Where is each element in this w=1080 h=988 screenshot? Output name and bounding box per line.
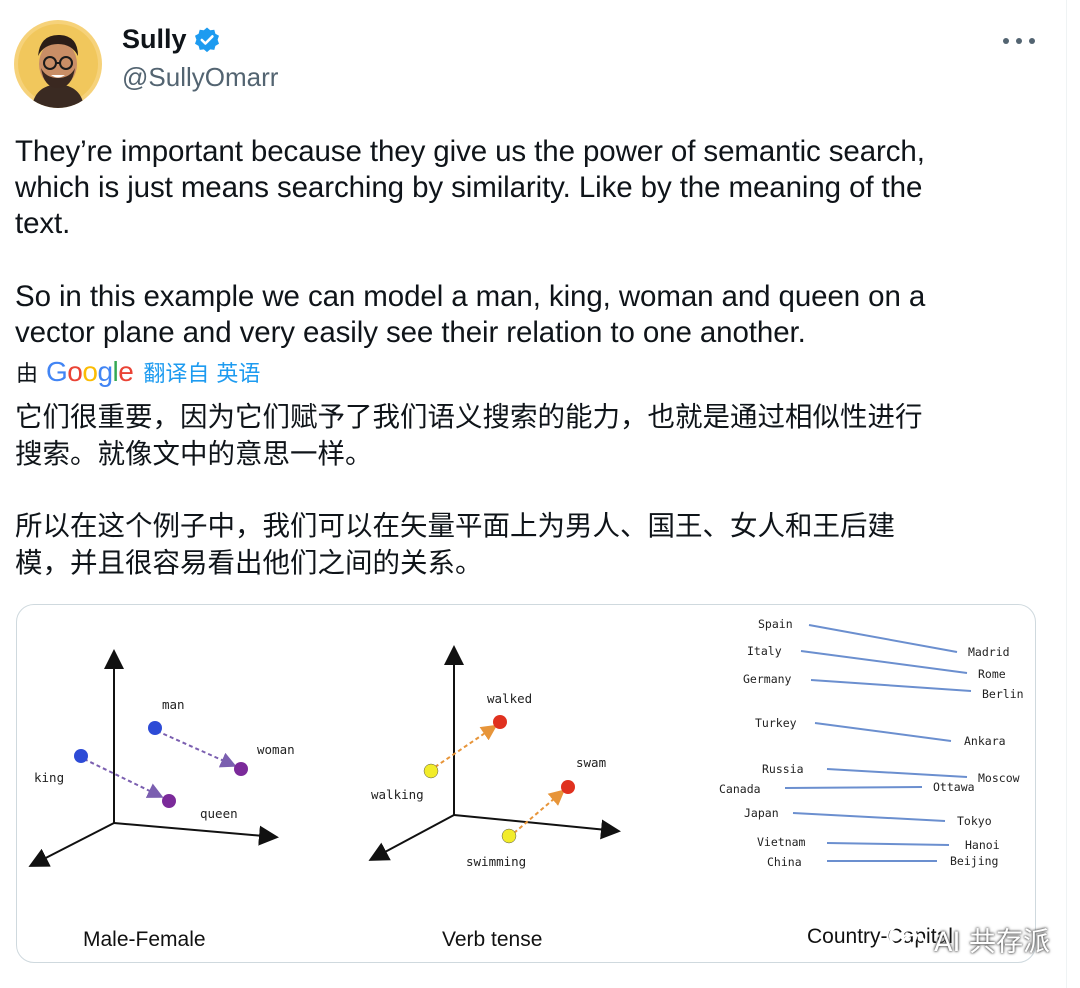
column-divider xyxy=(1066,0,1067,988)
caption-verb-tense: Verb tense xyxy=(442,928,542,951)
country-germany: Germany xyxy=(743,672,792,686)
capital-moscow: Moscow xyxy=(978,771,1020,785)
point-swam xyxy=(561,780,575,794)
capital-tokyo: Tokyo xyxy=(957,814,992,828)
country-vietnam: Vietnam xyxy=(757,835,806,849)
country-china: China xyxy=(767,855,802,869)
country-canada: Canada xyxy=(719,782,761,796)
label-swimming: swimming xyxy=(466,854,526,869)
capital-ankara: Ankara xyxy=(964,734,1006,748)
label-walked: walked xyxy=(487,691,532,706)
point-queen xyxy=(162,794,176,808)
point-man xyxy=(148,721,162,735)
author-name[interactable]: Sully xyxy=(122,24,187,55)
point-king xyxy=(74,749,88,763)
avatar[interactable] xyxy=(14,20,102,108)
capital-rome: Rome xyxy=(978,667,1006,681)
label-walking: walking xyxy=(371,787,424,802)
label-man: man xyxy=(162,697,185,712)
label-king: king xyxy=(34,770,64,785)
label-woman: woman xyxy=(257,742,295,757)
country-japan: Japan xyxy=(744,806,779,820)
wechat-icon xyxy=(888,923,928,957)
capital-madrid: Madrid xyxy=(968,645,1010,659)
watermark-text: AI 共存派 xyxy=(934,927,1051,958)
capital-beijing: Beijing xyxy=(950,854,998,868)
watermark: AI 共存派 xyxy=(888,920,1050,959)
capital-hanoi: Hanoi xyxy=(965,838,1000,852)
male-female-axes xyxy=(28,649,279,867)
tweet-paragraph-en-2: So in this example we can model a man, k… xyxy=(15,280,926,349)
point-swimming xyxy=(501,828,517,844)
verb-tense-axes xyxy=(368,645,621,861)
country-italy: Italy xyxy=(747,644,782,658)
country-turkey: Turkey xyxy=(755,716,797,730)
tweet-paragraph-en-1: They’re important because they give us t… xyxy=(15,135,925,240)
capital-ottawa: Ottawa xyxy=(933,780,975,794)
tweet-paragraph-zh-2: 所以在这个例子中，我们可以在矢量平面上为男人、国王、女人和王后建 模，并且很容易… xyxy=(15,510,895,579)
label-queen: queen xyxy=(200,806,238,821)
google-logo: Google xyxy=(46,356,134,387)
caption-male-female: Male-Female xyxy=(83,928,206,951)
translated-from-link[interactable]: 翻译自 英语 xyxy=(143,356,260,388)
point-woman xyxy=(234,762,248,776)
translation-attribution: 由 Google 翻译自 英语 xyxy=(16,356,260,388)
verified-badge-icon xyxy=(193,26,221,54)
capital-berlin: Berlin xyxy=(982,687,1024,701)
tweet-paragraph-zh-1: 它们很重要，因为它们赋予了我们语义搜索的能力，也就是通过相似性进行 搜索。就像文… xyxy=(15,401,923,470)
country-russia: Russia xyxy=(762,762,804,776)
translation-prefix: 由 xyxy=(16,362,39,387)
country-spain: Spain xyxy=(758,617,793,631)
label-swam: swam xyxy=(576,755,606,770)
more-options-icon[interactable] xyxy=(1003,30,1035,52)
country-capital-lines xyxy=(784,624,972,862)
point-walking xyxy=(423,763,439,779)
point-walked xyxy=(493,715,507,729)
tweet-media-image[interactable]: man woman king queen Male-Female walked … xyxy=(16,604,1036,963)
author-handle[interactable]: @SullyOmarr xyxy=(122,62,278,93)
